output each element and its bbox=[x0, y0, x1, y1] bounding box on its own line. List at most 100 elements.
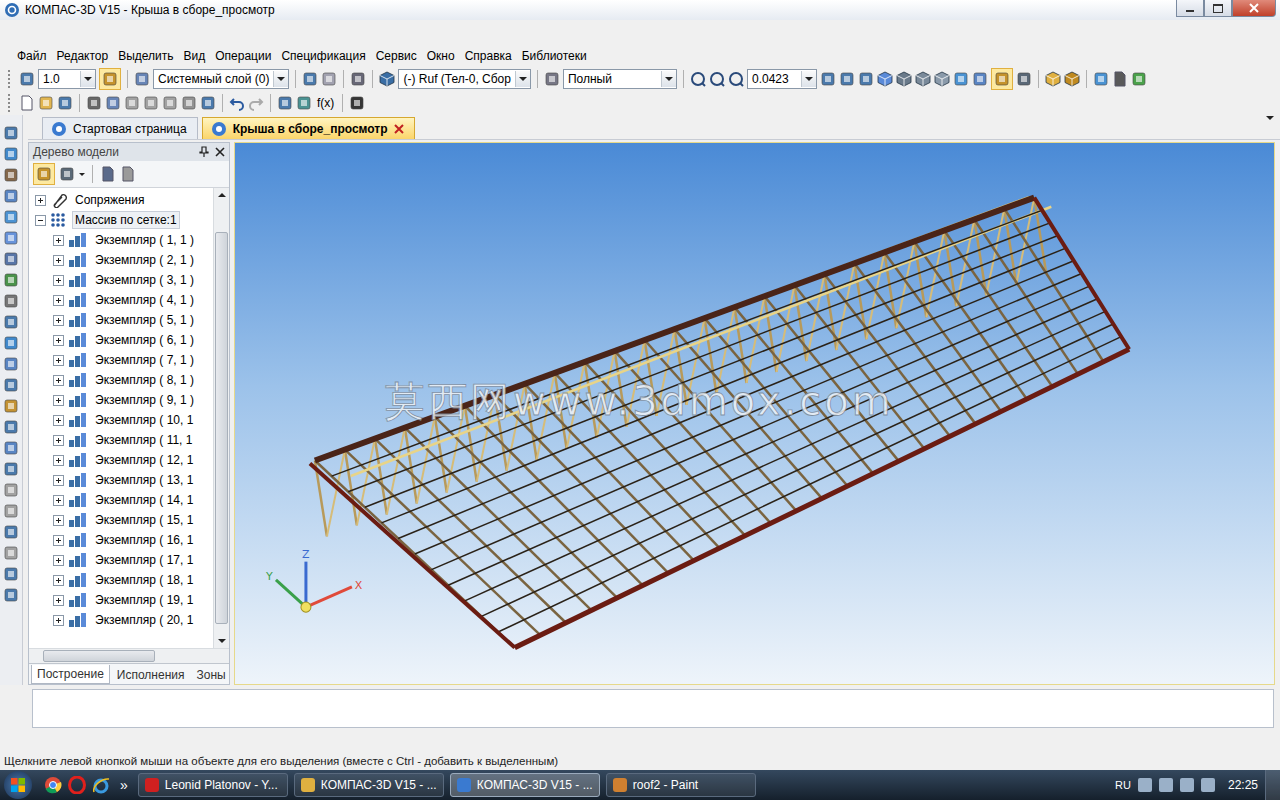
view-tool-icon[interactable] bbox=[896, 71, 912, 87]
tree-item[interactable]: Экземпляр ( 17, 1 bbox=[29, 550, 213, 570]
open-icon[interactable] bbox=[38, 95, 54, 111]
chrome-icon[interactable] bbox=[44, 776, 62, 794]
tree-item[interactable]: Экземпляр ( 16, 1 bbox=[29, 530, 213, 550]
tool-icon[interactable] bbox=[3, 314, 19, 330]
tree-item[interactable]: Экземпляр ( 12, 1 bbox=[29, 450, 213, 470]
opera-icon[interactable] bbox=[68, 776, 86, 794]
body-combo[interactable]: (-) Ruf (Тел-0, Сбор bbox=[398, 69, 530, 89]
tool-icon[interactable] bbox=[3, 398, 19, 414]
tool-icon[interactable] bbox=[3, 482, 19, 498]
new-file-icon[interactable] bbox=[19, 95, 35, 111]
internet-explorer-icon[interactable] bbox=[92, 776, 110, 794]
edit-tool-icon[interactable] bbox=[181, 95, 197, 111]
view-tool-icon[interactable] bbox=[877, 71, 893, 87]
edit-tool-icon[interactable] bbox=[86, 95, 102, 111]
tree-item[interactable]: Экземпляр ( 11, 1 bbox=[29, 430, 213, 450]
edit-tool-icon[interactable] bbox=[105, 95, 121, 111]
tool-icon[interactable] bbox=[3, 335, 19, 351]
view-tool-icon[interactable] bbox=[934, 71, 950, 87]
tool-icon[interactable] bbox=[3, 167, 19, 183]
help-icon[interactable] bbox=[349, 95, 365, 111]
manager-icon[interactable] bbox=[1093, 71, 1109, 87]
bluetooth-icon[interactable] bbox=[1159, 778, 1173, 792]
tool-icon[interactable] bbox=[3, 461, 19, 477]
tree-tab[interactable]: Зоны bbox=[192, 666, 231, 684]
pin-icon[interactable] bbox=[199, 146, 209, 158]
tree-item[interactable]: Экземпляр ( 7, 1 ) bbox=[29, 350, 213, 370]
taskbar-button[interactable]: КОМПАС-3D V15 - ... bbox=[294, 773, 444, 797]
menu-item[interactable]: Выделить bbox=[113, 49, 178, 63]
copy-props-icon[interactable] bbox=[321, 71, 337, 87]
expand-toggle[interactable] bbox=[53, 295, 64, 306]
expand-toggle[interactable] bbox=[35, 195, 46, 206]
3d-viewport[interactable]: 莫西网www.3dmox.comXYZ bbox=[234, 142, 1275, 685]
tool-icon[interactable] bbox=[3, 251, 19, 267]
component-icon[interactable] bbox=[379, 71, 395, 87]
tree-item[interactable]: Экземпляр ( 14, 1 bbox=[29, 490, 213, 510]
tool-icon[interactable] bbox=[3, 440, 19, 456]
quick-launch-more[interactable]: » bbox=[116, 777, 132, 793]
panel-close-icon[interactable] bbox=[215, 147, 225, 157]
maximize-button[interactable] bbox=[1204, 0, 1232, 17]
menu-item[interactable]: Окно bbox=[422, 49, 460, 63]
expand-toggle[interactable] bbox=[53, 255, 64, 266]
document-tab[interactable]: Крыша в сборе_просмотр bbox=[202, 117, 415, 139]
start-button[interactable] bbox=[4, 771, 32, 799]
tree-item[interactable]: Экземпляр ( 1, 1 ) bbox=[29, 230, 213, 250]
view-tool-icon[interactable] bbox=[953, 71, 969, 87]
scroll-thumb[interactable] bbox=[215, 232, 228, 624]
taskbar-button[interactable]: КОМПАС-3D V15 - ... bbox=[450, 773, 600, 797]
expand-toggle[interactable] bbox=[53, 235, 64, 246]
tool-icon[interactable] bbox=[3, 125, 19, 141]
expand-toggle[interactable] bbox=[53, 335, 64, 346]
highlight-icon[interactable] bbox=[1045, 71, 1061, 87]
scale-icon[interactable] bbox=[19, 71, 35, 87]
tool-icon[interactable] bbox=[3, 419, 19, 435]
tool-icon[interactable] bbox=[3, 209, 19, 225]
variables-icon[interactable] bbox=[296, 95, 312, 111]
view-tool-icon[interactable] bbox=[820, 71, 836, 87]
tree-item[interactable]: Массив по сетке:1 bbox=[29, 210, 213, 230]
tree-tab[interactable]: Построение bbox=[31, 665, 110, 684]
edit-tool-icon[interactable] bbox=[162, 95, 178, 111]
view-combo[interactable]: Полный bbox=[563, 69, 677, 89]
roof-model[interactable]: 莫西网www.3dmox.comXYZ bbox=[235, 143, 1274, 684]
scale-combo[interactable]: 1.0 bbox=[38, 69, 96, 89]
menu-item[interactable]: Операции bbox=[210, 49, 276, 63]
tree-view-icon[interactable] bbox=[59, 166, 75, 182]
expand-toggle[interactable] bbox=[53, 375, 64, 386]
tree-item[interactable]: Экземпляр ( 10, 1 bbox=[29, 410, 213, 430]
tree-sheet-icon[interactable] bbox=[120, 166, 136, 182]
tool-icon[interactable] bbox=[3, 293, 19, 309]
undo-icon[interactable] bbox=[229, 95, 245, 111]
select-filter-icon[interactable] bbox=[994, 71, 1010, 87]
tool-icon[interactable] bbox=[3, 377, 19, 393]
properties-icon[interactable] bbox=[1112, 71, 1128, 87]
network-icon[interactable] bbox=[1138, 778, 1152, 792]
tree-mode-icon[interactable] bbox=[36, 166, 52, 182]
save-icon[interactable] bbox=[57, 95, 73, 111]
expand-toggle[interactable] bbox=[53, 415, 64, 426]
tree-doc-icon[interactable] bbox=[100, 166, 116, 182]
horizontal-scrollbar[interactable] bbox=[29, 648, 229, 663]
variables-button[interactable]: f(x) bbox=[315, 96, 336, 110]
menu-item[interactable]: Спецификация bbox=[276, 49, 370, 63]
filter-icon[interactable] bbox=[1016, 71, 1032, 87]
snap-icon[interactable] bbox=[102, 71, 118, 87]
expand-toggle[interactable] bbox=[53, 615, 64, 626]
expand-toggle[interactable] bbox=[53, 595, 64, 606]
tree-item[interactable]: Экземпляр ( 9, 1 ) bbox=[29, 390, 213, 410]
bodies-icon[interactable] bbox=[350, 71, 366, 87]
view-tool-icon[interactable] bbox=[858, 71, 874, 87]
edit-tool-icon[interactable] bbox=[200, 95, 216, 111]
layer-icon[interactable] bbox=[134, 71, 150, 87]
scroll-thumb[interactable] bbox=[43, 650, 155, 662]
tool-icon[interactable] bbox=[3, 356, 19, 372]
expand-toggle[interactable] bbox=[53, 575, 64, 586]
menu-item[interactable]: Библиотеки bbox=[517, 49, 592, 63]
expand-toggle[interactable] bbox=[53, 355, 64, 366]
tree-icon[interactable] bbox=[277, 95, 293, 111]
clock[interactable]: 22:25 bbox=[1228, 778, 1258, 792]
expand-toggle[interactable] bbox=[53, 315, 64, 326]
document-tab[interactable]: Стартовая страница bbox=[42, 117, 198, 139]
